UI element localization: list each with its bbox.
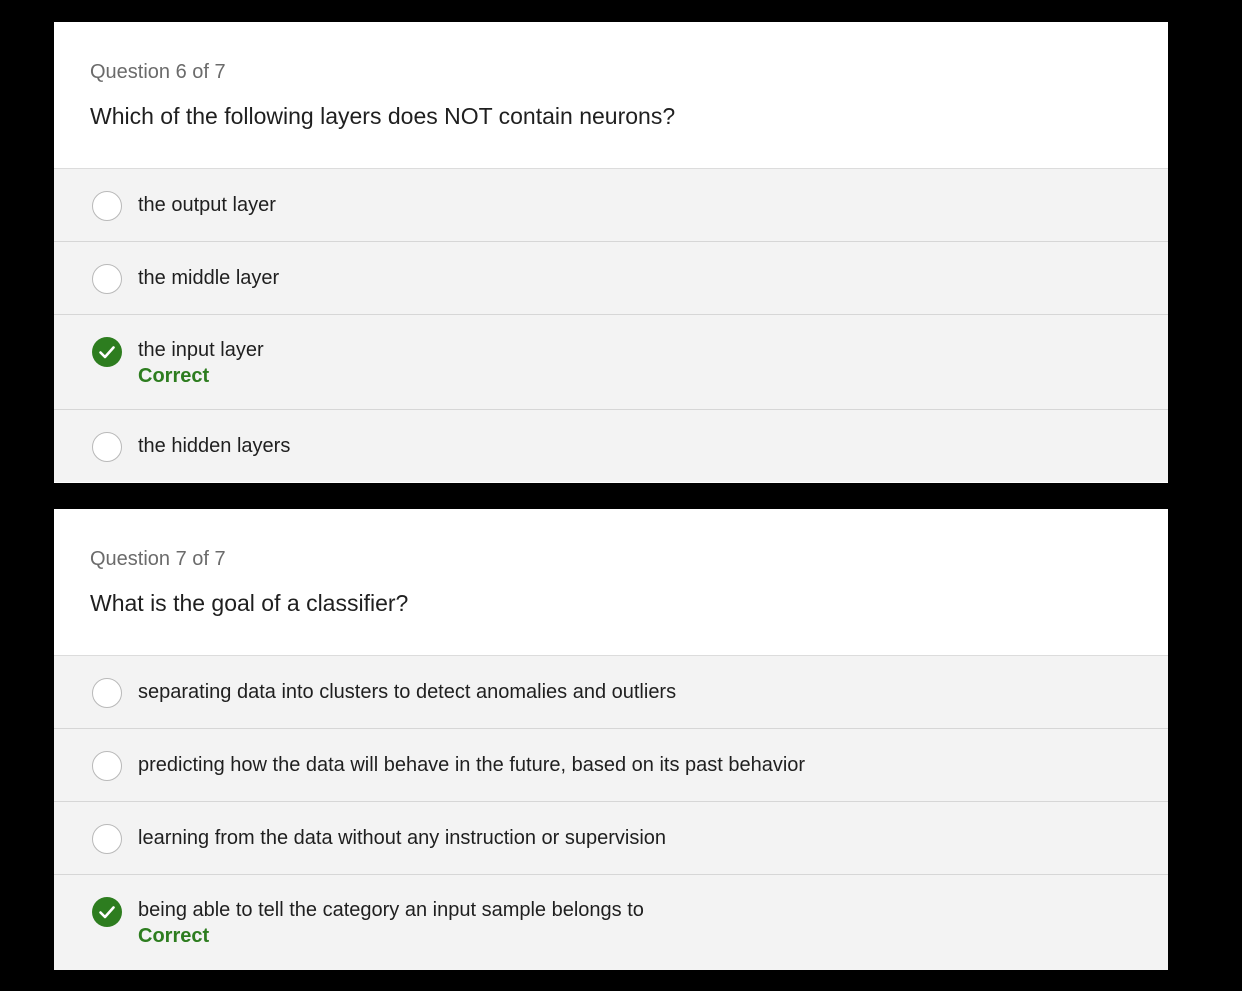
answer-option[interactable]: the hidden layers xyxy=(54,410,1168,482)
question-counter: Question 7 of 7 xyxy=(90,548,226,570)
correct-feedback: Correct xyxy=(138,365,210,387)
question-counter: Question 6 of 7 xyxy=(90,61,226,83)
radio-circle-icon[interactable] xyxy=(92,751,122,781)
answer-option[interactable]: learning from the data without any instr… xyxy=(54,802,1168,875)
answer-option[interactable]: predicting how the data will behave in t… xyxy=(54,729,1168,802)
answer-option[interactable]: the middle layer xyxy=(54,242,1168,315)
answer-option-label: being able to tell the category an input… xyxy=(138,899,644,921)
question-card-7: Question 7 of 7 What is the goal of a cl… xyxy=(54,509,1168,970)
answer-option-label: separating data into clusters to detect … xyxy=(138,681,677,703)
radio-circle-icon[interactable] xyxy=(92,191,122,221)
radio-circle-icon[interactable] xyxy=(92,432,122,462)
answer-option-label: the hidden layers xyxy=(138,435,291,457)
correct-feedback: Correct xyxy=(138,925,210,947)
answer-option-label: learning from the data without any instr… xyxy=(138,827,667,849)
answer-option-selected[interactable]: the input layer Correct xyxy=(54,315,1168,410)
answer-option[interactable]: the output layer xyxy=(54,169,1168,242)
question-card-6: Question 6 of 7 Which of the following l… xyxy=(54,22,1168,483)
checkmark-circle-icon[interactable] xyxy=(92,337,122,367)
answer-option-label: predicting how the data will behave in t… xyxy=(138,754,806,776)
question-text: Which of the following layers does NOT c… xyxy=(90,103,676,129)
checkmark-circle-icon[interactable] xyxy=(92,897,122,927)
answer-option-label: the input layer xyxy=(138,339,264,361)
answer-option[interactable]: separating data into clusters to detect … xyxy=(54,656,1168,729)
question-text: What is the goal of a classifier? xyxy=(90,590,409,616)
question-header: Question 6 of 7 Which of the following l… xyxy=(54,22,1168,169)
answer-option-label: the middle layer xyxy=(138,267,280,289)
radio-circle-icon[interactable] xyxy=(92,678,122,708)
radio-circle-icon[interactable] xyxy=(92,264,122,294)
radio-circle-icon[interactable] xyxy=(92,824,122,854)
answer-option-label: the output layer xyxy=(138,194,276,216)
answer-option-selected[interactable]: being able to tell the category an input… xyxy=(54,875,1168,970)
question-header: Question 7 of 7 What is the goal of a cl… xyxy=(54,509,1168,656)
